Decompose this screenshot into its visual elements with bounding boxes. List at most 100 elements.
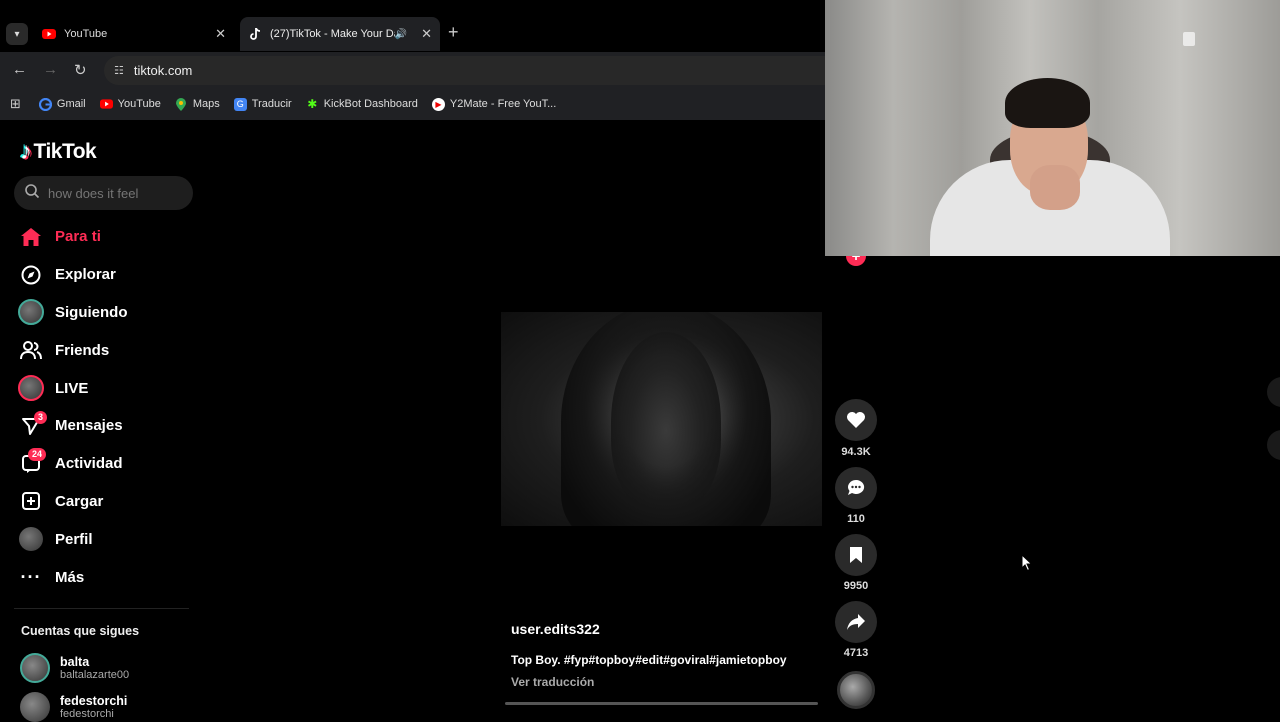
chevron-down-icon: ▾: [14, 28, 20, 40]
profile-icon: [16, 526, 46, 552]
new-tab-button[interactable]: +: [448, 22, 459, 43]
avatar: [20, 653, 50, 683]
share-button[interactable]: [835, 601, 877, 643]
messages-icon: 3: [16, 410, 48, 439]
nav-item-live[interactable]: LIVE: [16, 369, 191, 407]
following-avatar-icon: [16, 299, 46, 326]
nav-label: Explorar: [55, 266, 116, 284]
reload-icon[interactable]: ↻: [74, 61, 87, 79]
back-arrow-icon[interactable]: ←: [12, 61, 27, 78]
browser-toolbar: ← → ↻ ☷ tiktok.com: [0, 52, 825, 88]
tiktok-logo[interactable]: ♪ TikTok: [20, 138, 97, 166]
home-icon: [16, 224, 46, 250]
nav-item-cargar[interactable]: Cargar: [16, 483, 191, 521]
bookmark-traducir[interactable]: G Traducir: [233, 97, 292, 111]
scroll-down-button[interactable]: [1267, 430, 1280, 460]
bookmark-gmail[interactable]: Gmail: [38, 97, 86, 111]
video-player[interactable]: [501, 312, 822, 526]
account-handle: fedestorchi: [60, 708, 114, 720]
video-author[interactable]: user.edits322: [511, 621, 600, 637]
site-settings-icon[interactable]: ☷: [114, 64, 124, 77]
bookmark-label: KickBot Dashboard: [323, 98, 418, 110]
search-input[interactable]: [48, 185, 178, 201]
nav-item-siguiendo[interactable]: Siguiendo: [16, 294, 191, 332]
apps-icon[interactable]: ⊞: [10, 96, 21, 112]
activity-icon: 24: [16, 447, 47, 477]
tiktok-note-icon: ♪: [20, 138, 32, 165]
search-box[interactable]: [14, 176, 193, 210]
video-caption: Top Boy. #fyp#topboy#edit#goviral#jamiet…: [511, 653, 787, 667]
following-account[interactable]: fedestorchi fedestorchi: [20, 692, 127, 722]
nav-label: Cargar: [55, 492, 104, 510]
close-icon[interactable]: ✕: [421, 26, 432, 42]
bookmark-label: Traducir: [251, 98, 292, 110]
nav-item-para-ti[interactable]: Para ti: [16, 218, 191, 256]
bookmark-kickbot[interactable]: ✱ KickBot Dashboard: [306, 97, 418, 111]
heart-icon: [847, 412, 865, 428]
share-icon: [847, 614, 865, 630]
logo-text: TikTok: [33, 140, 97, 163]
bookmark-y2mate[interactable]: ▶ Y2Mate - Free YouT...: [431, 97, 557, 111]
nav-item-mas[interactable]: ··· Más: [16, 558, 191, 596]
bookmark-label: Maps: [192, 98, 220, 110]
music-disc-icon[interactable]: [837, 671, 875, 709]
video-progress-bar[interactable]: [505, 702, 818, 705]
nav-label: Siguiendo: [55, 303, 128, 321]
like-count: 94.3K: [841, 446, 871, 458]
nav-label: Actividad: [55, 455, 123, 473]
translate-icon: G: [233, 97, 247, 111]
avatar: [20, 692, 50, 722]
upload-icon: [16, 488, 46, 514]
forward-arrow-icon[interactable]: →: [43, 61, 58, 78]
bookmark-label: Y2Mate - Free YouT...: [449, 98, 557, 110]
nav-label: Mensajes: [55, 417, 123, 435]
following-account[interactable]: balta baltalazarte00: [20, 653, 129, 683]
following-header: Cuentas que sigues: [21, 624, 140, 638]
webcam-light: [1183, 32, 1195, 46]
close-icon[interactable]: ✕: [215, 26, 226, 42]
nav-item-friends[interactable]: Friends: [16, 331, 191, 369]
tiktok-icon: [248, 27, 262, 41]
mouse-cursor-icon: [1021, 553, 1033, 577]
youtube-icon: [99, 98, 113, 111]
bookmark-youtube[interactable]: YouTube: [99, 98, 161, 111]
friends-icon: [16, 337, 46, 363]
comment-count: 110: [847, 513, 865, 525]
tab-tiktok[interactable]: (27)TikTok - Make Your Day 🔊 ✕: [240, 17, 440, 51]
bookmark-maps[interactable]: Maps: [175, 97, 220, 111]
maps-icon: [175, 97, 188, 111]
save-count: 9950: [843, 580, 869, 592]
nav-item-actividad[interactable]: 24 Actividad: [16, 445, 191, 483]
bookmarks-bar: ⊞ Gmail YouTube Maps G Traducir ✱ KickBo…: [0, 88, 825, 120]
nav-item-perfil[interactable]: Perfil: [16, 520, 191, 558]
save-button[interactable]: [835, 534, 877, 576]
tab-search-button[interactable]: ▾: [6, 23, 28, 45]
comment-button[interactable]: [835, 467, 877, 509]
nav-item-mensajes[interactable]: 3 Mensajes: [16, 407, 191, 445]
share-count: 4713: [843, 647, 869, 659]
youtube-icon: [42, 27, 56, 41]
url-text: tiktok.com: [133, 63, 193, 78]
nav-label: Perfil: [55, 530, 93, 548]
browser-window: ▾ YouTube ✕ (27)TikTok - Make Your Day 🔊…: [0, 0, 825, 722]
webcam-person-hand: [1030, 165, 1080, 210]
see-translation-link[interactable]: Ver traducción: [511, 675, 594, 689]
speaker-icon[interactable]: 🔊: [395, 29, 407, 40]
nav-label: Friends: [55, 341, 110, 359]
scroll-up-button[interactable]: [1267, 377, 1280, 407]
tiktok-page: ♪ TikTok Para ti Explorar Siguiendo: [0, 120, 825, 722]
address-bar[interactable]: ☷ tiktok.com: [104, 56, 825, 85]
comment-icon: [848, 479, 865, 495]
like-button[interactable]: [835, 399, 877, 441]
tab-youtube[interactable]: YouTube ✕: [34, 17, 234, 51]
google-icon: [38, 97, 52, 111]
nav-label: Más: [55, 568, 85, 586]
nav-item-explorar[interactable]: Explorar: [16, 256, 191, 294]
tab-title: (27)TikTok - Make Your Day: [270, 28, 395, 40]
bookmark-label: Gmail: [56, 98, 86, 110]
video-hood-shading: [561, 312, 771, 526]
sidebar-nav: Para ti Explorar Siguiendo Friends LIVE: [16, 218, 191, 596]
webcam-person-hair: [1005, 78, 1090, 128]
search-icon: [24, 183, 40, 204]
webcam-overlay: [825, 0, 1280, 256]
